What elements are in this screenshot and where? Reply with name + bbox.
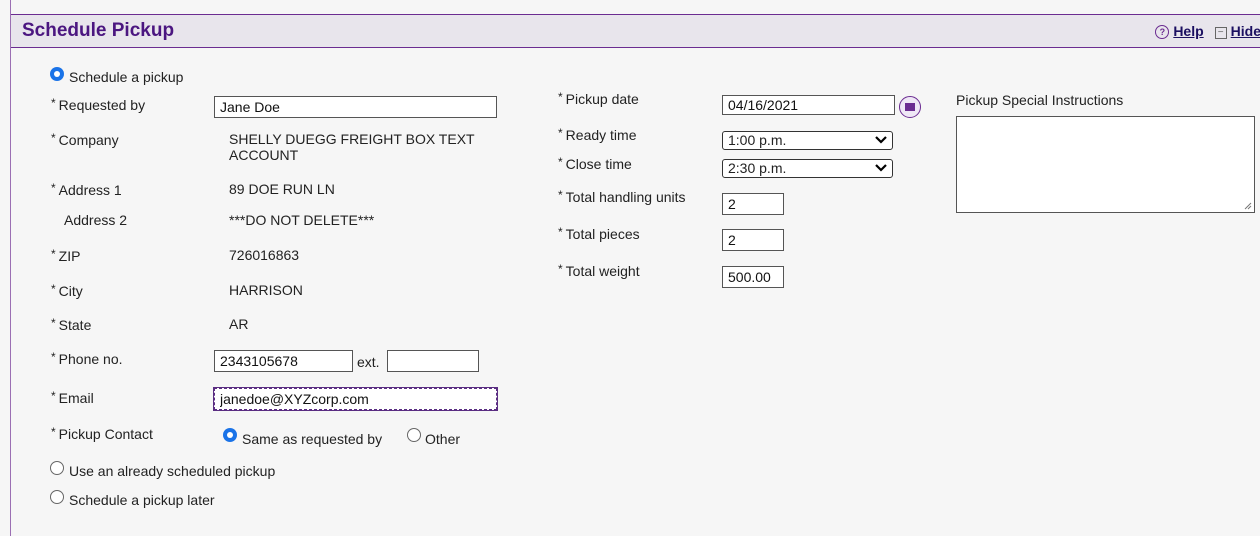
handling-units-label: * Total handling units (558, 188, 686, 205)
schedule-later-label: Schedule a pickup later (69, 492, 215, 508)
address1-label: * Address 1 (51, 181, 122, 198)
phone-input[interactable] (214, 350, 353, 372)
use-scheduled-label: Use an already scheduled pickup (69, 463, 276, 479)
chevron-down-icon (875, 164, 887, 172)
collapse-icon[interactable]: − (1214, 27, 1227, 39)
zip-value: 726016863 (229, 247, 300, 263)
zip-label: * ZIP (51, 247, 81, 264)
contact-same-radio[interactable] (223, 428, 237, 442)
schedule-pickup-radio[interactable] (50, 67, 64, 81)
chevron-down-icon (875, 136, 887, 144)
pieces-input[interactable] (722, 229, 784, 251)
close-time-label: * Close time (558, 155, 632, 172)
city-value: HARRISON (229, 282, 303, 298)
state-value: AR (229, 316, 249, 332)
panel-header: Schedule Pickup ? Help − Hide (11, 14, 1260, 48)
pickup-date-label: * Pickup date (558, 90, 639, 107)
schedule-pickup-panel: Schedule Pickup ? Help − Hide Schedule a pi… (10, 0, 1260, 536)
contact-same-label: Same as requested by (242, 431, 383, 447)
email-label: * Email (51, 389, 94, 406)
state-label: * State (51, 316, 92, 333)
city-label: * City (51, 282, 83, 299)
use-scheduled-radio[interactable] (50, 461, 64, 475)
address2-value: ***DO NOT DELETE*** (229, 212, 375, 228)
page-title: Schedule Pickup (22, 20, 175, 41)
weight-label: * Total weight (558, 262, 640, 279)
calendar-icon[interactable] (899, 96, 921, 118)
schedule-later-radio[interactable] (50, 490, 64, 504)
contact-other-radio[interactable] (407, 428, 421, 442)
schedule-pickup-label: Schedule a pickup (69, 69, 184, 85)
ext-label: ext. (357, 354, 380, 370)
instructions-label: Pickup Special Instructions (956, 92, 1124, 108)
close-time-select[interactable]: 2:30 p.m. (722, 159, 893, 178)
company-value: SHELLY DUEGG FREIGHT BOX TEXT ACCOUNT (229, 131, 475, 163)
requested-by-input[interactable] (214, 96, 497, 118)
instructions-textarea[interactable] (956, 116, 1255, 213)
email-input[interactable] (213, 387, 498, 411)
ready-time-label: * Ready time (558, 126, 637, 143)
requested-by-label: * Requested by (51, 96, 146, 113)
header-actions: ? Help − Hide (1155, 23, 1260, 39)
pickup-date-input[interactable] (722, 95, 895, 115)
ready-time-select[interactable]: 1:00 p.m. (722, 131, 893, 150)
help-link[interactable]: Help (1173, 23, 1203, 39)
pickup-contact-label: * Pickup Contact (51, 425, 153, 442)
contact-other-label: Other (425, 431, 461, 447)
resize-grip-icon (1244, 202, 1252, 210)
phone-label: * Phone no. (51, 350, 123, 367)
weight-input[interactable] (722, 266, 784, 288)
hide-link[interactable]: Hide (1231, 23, 1260, 39)
address2-label: Address 2 (64, 212, 128, 228)
handling-units-input[interactable] (722, 193, 784, 215)
address1-value: 89 DOE RUN LN (229, 181, 335, 197)
help-icon[interactable]: ? (1155, 25, 1170, 39)
ext-input[interactable] (387, 350, 479, 372)
pieces-label: * Total pieces (558, 225, 640, 242)
company-label: * Company (51, 131, 119, 148)
